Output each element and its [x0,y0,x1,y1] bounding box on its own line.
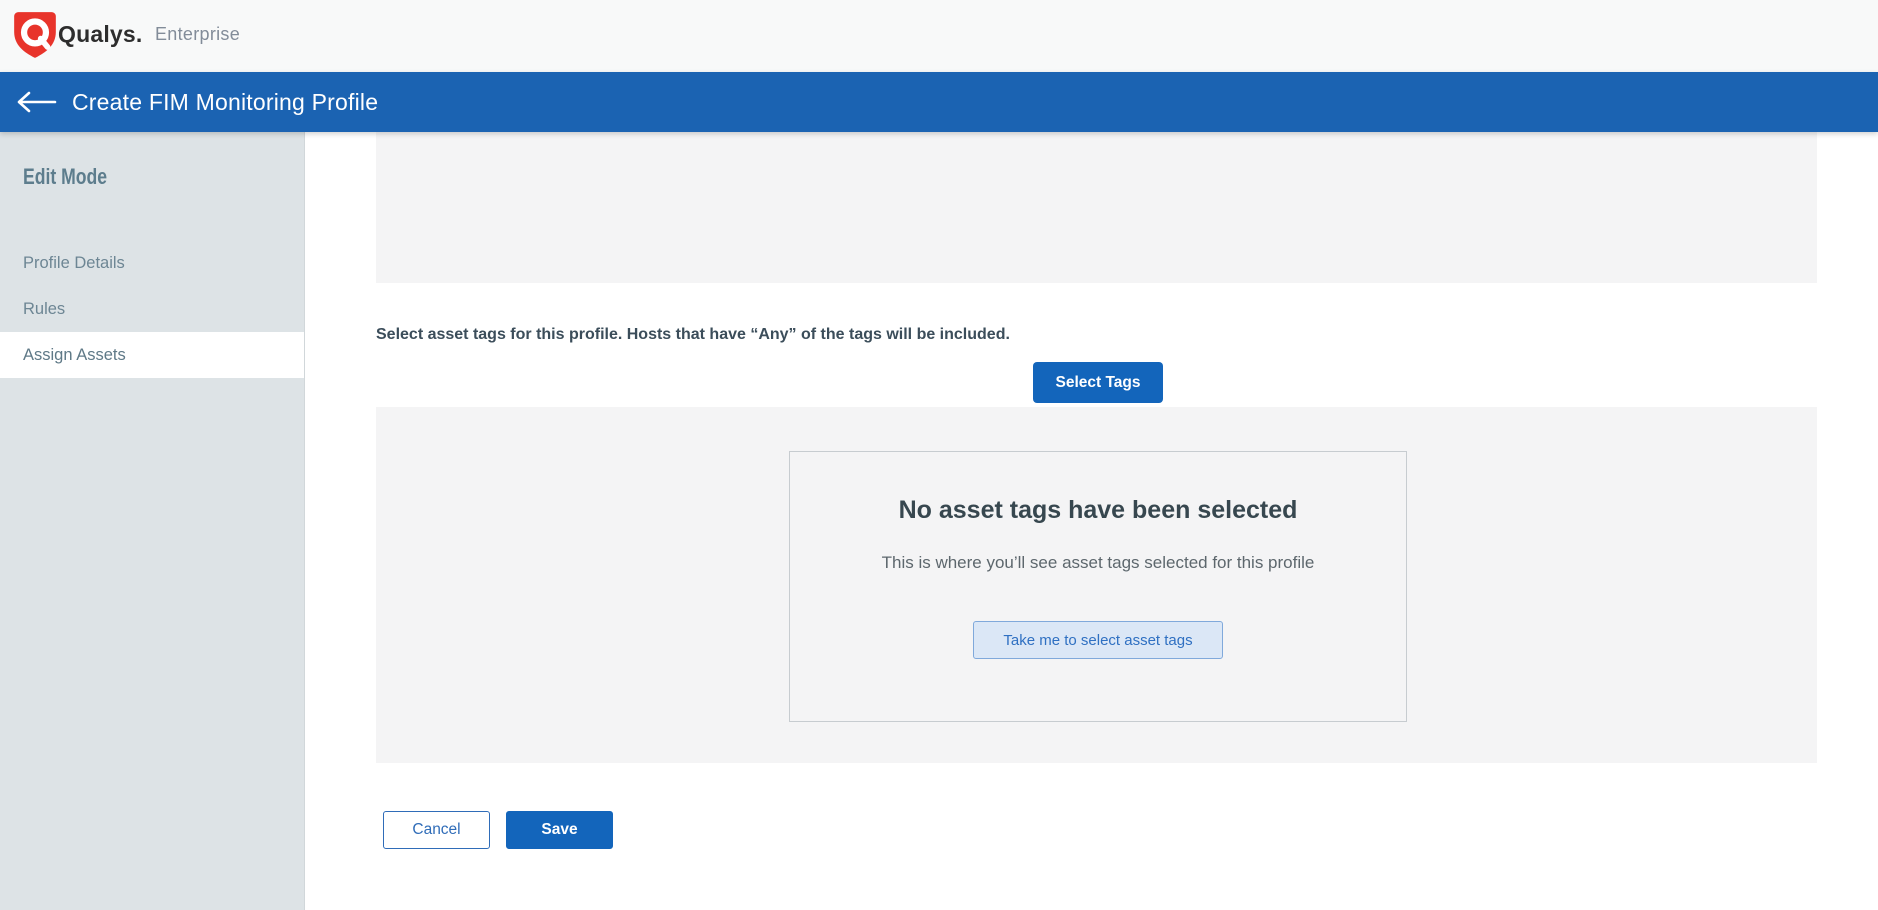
sidebar-item-assign-assets[interactable]: Assign Assets [0,332,304,378]
page: Qualys. Enterprise Create FIM Monitoring… [0,0,1878,910]
page-title: Create FIM Monitoring Profile [72,72,378,132]
top-app-bar: Qualys. Enterprise [0,0,1878,72]
cancel-button[interactable]: Cancel [383,811,490,849]
sidebar-item-rules[interactable]: Rules [0,286,304,332]
empty-state-description: This is where you’ll see asset tags sele… [878,553,1318,573]
empty-state-box: No asset tags have been selected This is… [789,451,1407,722]
brand-name: Qualys. [58,21,143,48]
select-tags-button[interactable]: Select Tags [1033,362,1163,403]
page-header-bar: Create FIM Monitoring Profile [0,72,1878,132]
instruction-text: Select asset tags for this profile. Host… [376,326,1010,344]
content-placeholder-block [376,132,1817,283]
sidebar-mode-label: Edit Mode [23,164,107,190]
sidebar-nav: Profile Details Rules Assign Assets [0,240,304,378]
back-arrow-icon[interactable] [15,90,57,114]
save-button[interactable]: Save [506,811,613,849]
qualys-logo-icon [12,10,58,60]
asset-tags-panel: No asset tags have been selected This is… [376,407,1817,763]
empty-state-title: No asset tags have been selected [790,496,1406,525]
brand-edition: Enterprise [155,24,240,45]
sidebar: Edit Mode Profile Details Rules Assign A… [0,132,305,910]
take-me-to-select-asset-tags-button[interactable]: Take me to select asset tags [973,621,1223,659]
sidebar-item-profile-details[interactable]: Profile Details [0,240,304,286]
